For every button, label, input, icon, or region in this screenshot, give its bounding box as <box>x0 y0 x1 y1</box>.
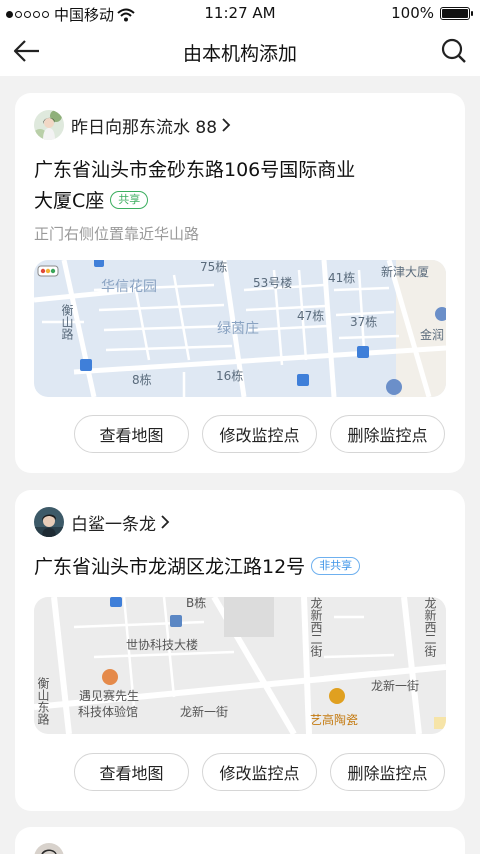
map-label: 16栋 <box>216 369 244 383</box>
map-label: 41栋 <box>328 271 356 285</box>
page-title: 由本机构添加 <box>182 43 297 65</box>
view-map-button[interactable]: 查看地图 <box>74 415 189 453</box>
map-label: 龙新西二街 <box>423 597 437 657</box>
owner-name: 白鲨一条龙 <box>71 514 156 535</box>
avatar <box>34 843 64 854</box>
owner-name: 昨日向那东流水 88 <box>71 117 218 138</box>
map-label: B栋 <box>186 597 207 610</box>
map-label: 龙新一街 <box>180 705 229 719</box>
location-note: 正门右侧位置靠近华山路 <box>34 225 200 243</box>
monitor-point-card: 昨日向那东流水 88 广东省汕头市金砂东路106号国际商业 大厦C座 共享 正门右… <box>15 93 465 473</box>
map-label: 遇见赛先生 <box>79 689 140 703</box>
avatar <box>34 110 64 140</box>
map-label: 世协科技大楼 <box>126 638 199 652</box>
delete-monitor-point-button[interactable]: 删除监控点 <box>330 415 445 453</box>
edit-monitor-point-button[interactable]: 修改监控点 <box>202 753 317 791</box>
battery-icon <box>440 6 473 20</box>
map-label: 47栋 <box>297 309 325 323</box>
status-bar: 中国移动 11:27 AM 100% <box>0 0 480 26</box>
map-label: 金润 <box>420 328 445 342</box>
battery-percent: 100% <box>391 4 434 22</box>
address-line: 广东省汕头市龙湖区龙江路12号 <box>34 556 306 578</box>
map-label: 衡山路 <box>60 304 74 340</box>
owner-link[interactable]: 白鲨一条龙 <box>34 506 170 538</box>
monitor-point-card <box>15 827 465 854</box>
map-label: 绿茵庄 <box>217 321 259 337</box>
address: 广东省汕头市龙湖区龙江路12号 非共享 <box>34 552 444 583</box>
map-preview[interactable]: 75栋 53号楼 41栋 新津大厦 华信花园 衡山路 绿茵庄 47栋 37栋 金… <box>34 260 446 397</box>
delete-monitor-point-button[interactable]: 删除监控点 <box>330 753 445 791</box>
chevron-right-icon <box>222 118 231 132</box>
map-label: 龙新西二街 <box>309 597 323 657</box>
map-label: 龙新一街 <box>371 679 420 693</box>
action-buttons: 查看地图 修改监控点 删除监控点 <box>74 753 445 791</box>
map-label: 衡山东路 <box>36 677 50 725</box>
address-line: 广东省汕头市金砂东路106号国际商业 <box>34 159 356 181</box>
monitor-point-card: 白鲨一条龙 广东省汕头市龙湖区龙江路12号 非共享 B栋 世协科技大楼 龙新西二… <box>15 490 465 811</box>
map-label: 华信花园 <box>101 279 157 295</box>
action-buttons: 查看地图 修改监控点 删除监控点 <box>74 415 445 453</box>
share-status-badge: 共享 <box>110 190 149 209</box>
battery-group: 100% <box>391 4 473 22</box>
map-preview[interactable]: B栋 世协科技大楼 龙新西二街 龙新西二街 遇见赛先生 科技体验馆 衡山东路 龙… <box>34 597 446 734</box>
map-label: 新津大厦 <box>381 265 430 279</box>
map-label: 37栋 <box>350 315 378 329</box>
map-label: 53号楼 <box>253 276 293 290</box>
edit-monitor-point-button[interactable]: 修改监控点 <box>202 415 317 453</box>
map-label: 科技体验馆 <box>78 705 139 719</box>
owner-link[interactable]: 昨日向那东流水 88 <box>34 109 231 141</box>
map-label: 艺高陶瓷 <box>310 713 359 727</box>
view-map-button[interactable]: 查看地图 <box>74 753 189 791</box>
map-label: 8栋 <box>132 373 152 387</box>
chevron-right-icon <box>161 515 170 529</box>
map-label: 75栋 <box>200 260 228 274</box>
address-line: 大厦C座 <box>34 190 105 212</box>
search-icon[interactable] <box>440 37 468 65</box>
nav-bar: 由本机构添加 <box>0 26 480 76</box>
avatar <box>34 507 64 537</box>
share-status-badge: 非共享 <box>311 556 361 575</box>
address: 广东省汕头市金砂东路106号国际商业 大厦C座 共享 <box>34 155 444 217</box>
